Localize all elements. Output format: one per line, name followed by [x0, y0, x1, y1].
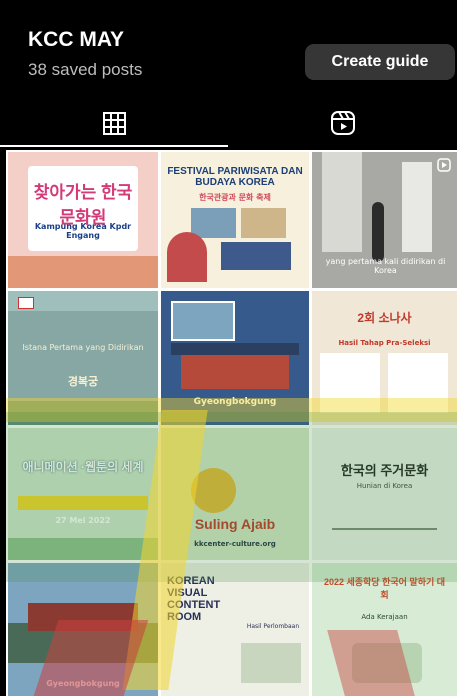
- overlay-band-green: [6, 412, 457, 582]
- grid-icon: [102, 111, 126, 135]
- post-tile[interactable]: yang pertama kali didirikan di Korea: [312, 152, 457, 288]
- reel-badge-icon: [437, 158, 451, 172]
- tab-reels[interactable]: [229, 100, 457, 146]
- post-caption: Hasil Perlombaan: [246, 623, 300, 630]
- post-tile[interactable]: FESTIVAL PARIWISATA DAN BUDAYA KOREA 한국관…: [161, 152, 309, 288]
- post-caption: yang pertama kali didirikan di Korea: [325, 257, 446, 275]
- saved-count: 38 saved posts: [28, 60, 143, 79]
- post-caption: Istana Pertama yang Didirikan: [22, 343, 144, 352]
- collection-header: KCC MAY 38 saved posts Create guide: [0, 0, 457, 100]
- collection-title: KCC MAY: [28, 28, 125, 51]
- post-grid: 찾아가는 한국문화원 Kampung Korea Kpdr Engang FES…: [6, 150, 457, 696]
- tab-grid[interactable]: [0, 100, 228, 147]
- reels-icon: [331, 111, 355, 135]
- post-title: FESTIVAL PARIWISATA DAN BUDAYA KOREA: [167, 166, 303, 188]
- post-caption: Kampung Korea Kpdr Engang: [34, 222, 132, 240]
- post-tile[interactable]: 찾아가는 한국문화원 Kampung Korea Kpdr Engang: [8, 152, 158, 288]
- post-title: 2회 소나사: [357, 311, 412, 325]
- post-caption: Ada Kerajaan: [361, 613, 408, 621]
- content-tabs: [0, 100, 457, 148]
- post-caption: Hasil Tahap Pra-Seleksi: [338, 339, 431, 347]
- create-guide-button[interactable]: Create guide: [305, 44, 455, 80]
- post-subtitle: 한국관광과 문화 축제: [199, 193, 271, 202]
- post-title: 찾아가는 한국문화원: [33, 183, 133, 227]
- post-caption-korean: 경복궁: [67, 376, 99, 388]
